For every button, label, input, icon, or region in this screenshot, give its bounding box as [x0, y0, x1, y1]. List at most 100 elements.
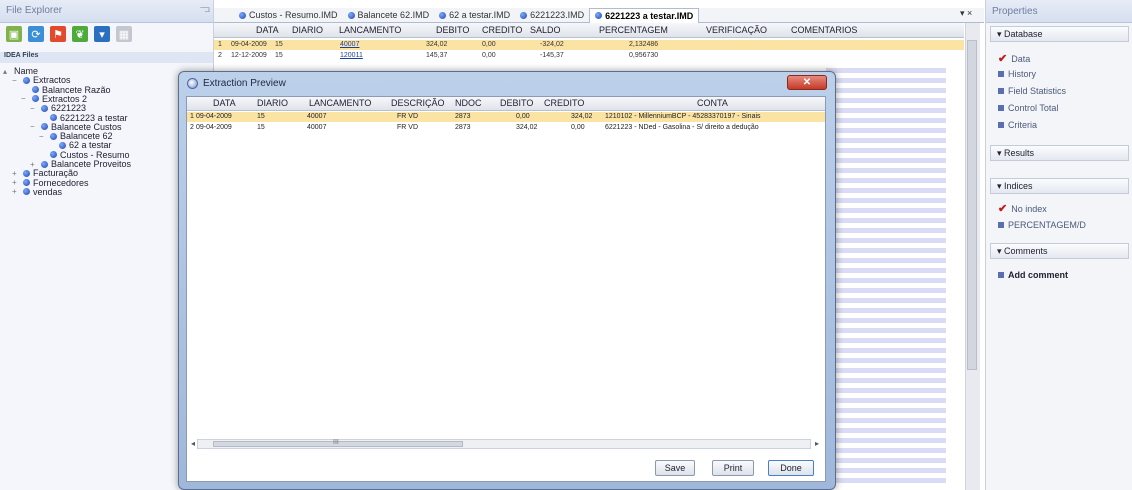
done-button[interactable]: Done — [768, 460, 814, 476]
tab-label: Custos - Resumo.IMD — [249, 10, 338, 20]
grid-column-header[interactable]: LANCAMENTO — [339, 25, 401, 35]
tree-expander-icon[interactable]: + — [12, 169, 20, 178]
preview-cell: 324,02 — [571, 113, 593, 120]
pin-icon[interactable]: ⫎ — [200, 4, 210, 15]
filter-icon[interactable]: ▾ — [94, 26, 110, 42]
grid-row-stripe — [826, 108, 946, 113]
add-comment-label: Add comment — [1008, 270, 1069, 280]
preview-column-header[interactable]: DIARIO — [257, 98, 288, 108]
tree-expander-icon[interactable]: + — [30, 160, 38, 169]
tree-expander-icon[interactable]: + — [12, 187, 20, 196]
save-button[interactable]: Save — [655, 460, 695, 476]
grid-column-header[interactable]: COMENTARIOS — [791, 25, 857, 35]
grid-column-header[interactable]: DIARIO — [292, 25, 323, 35]
preview-column-header[interactable]: NDOC — [455, 98, 482, 108]
tree-expander-icon[interactable]: − — [21, 94, 29, 103]
tab-2[interactable]: 62 a testar.IMD — [434, 8, 515, 22]
index-item-none[interactable]: ✔ No index — [998, 202, 1047, 215]
preview-cell: FR VD — [397, 113, 418, 120]
preview-cell: 15 — [257, 124, 265, 131]
preview-column-header[interactable]: DATA — [213, 98, 236, 108]
grid-row[interactable]: 2 12-12-2009 15 120011 145,37 0,00 -145,37 0,95… — [214, 51, 964, 61]
refresh-icon[interactable]: ⟳ — [28, 26, 44, 42]
tab-3[interactable]: 6221223.IMD — [515, 8, 589, 22]
database-file-icon — [41, 123, 48, 131]
grid-cell: 324,02 — [426, 41, 448, 48]
section-database[interactable]: ▾ Database — [990, 26, 1129, 42]
grid-column-header[interactable]: SALDO — [530, 25, 561, 35]
checkmark-icon: ✔ — [998, 53, 1008, 65]
preview-cell: 09-04-2009 — [196, 113, 232, 120]
preview-row[interactable]: 2 09-04-2009 15 40007 FR VD 2873 324,02 0,00 622… — [187, 123, 825, 133]
grid-cell: 0,00 — [482, 41, 496, 48]
tab-label: 6221223.IMD — [530, 10, 585, 20]
grid-row-stripe — [826, 448, 946, 453]
bullet-icon — [998, 272, 1004, 278]
database-file-icon — [23, 76, 30, 84]
index-item-percentagem[interactable]: PERCENTAGEM/D — [998, 220, 1086, 230]
grid-column-header[interactable]: CREDITO — [482, 25, 522, 35]
grid-scroll-thumb[interactable] — [967, 40, 977, 370]
database-file-icon — [50, 114, 57, 121]
leaf-icon[interactable]: ❦ — [72, 26, 88, 42]
add-comment-link[interactable]: Add comment — [998, 270, 1068, 280]
tab-controls[interactable]: ▾ × — [960, 8, 972, 19]
preview-grid-header: DATA DIARIO LANCAMENTO DESCRIÇÃO NDOC DEBITO C… — [187, 97, 825, 111]
tab-0[interactable]: Custos - Resumo.IMD — [234, 8, 343, 22]
database-item-data[interactable]: ✔ Data — [998, 52, 1030, 65]
grid-column-header[interactable]: DEBITO — [436, 25, 469, 35]
flag-icon[interactable]: ⚑ — [50, 26, 66, 42]
scroll-left-icon[interactable]: ◂ — [191, 439, 195, 448]
index-item-label: PERCENTAGEM/D — [1008, 220, 1086, 230]
properties-title: Properties — [992, 6, 1038, 17]
database-item-history[interactable]: History — [998, 69, 1036, 79]
preview-column-header[interactable]: CREDITO — [544, 98, 584, 108]
database-file-icon — [23, 188, 30, 196]
database-item-control-total[interactable]: Control Total — [998, 103, 1058, 113]
tree-node[interactable]: + vendas — [12, 187, 62, 197]
preview-cell: 15 — [257, 113, 265, 120]
grid-row-stripe — [826, 468, 946, 473]
database-item-label: Data — [1011, 53, 1031, 64]
preview-cell: FR VD — [397, 124, 418, 131]
preview-column-header[interactable]: LANCAMENTO — [309, 98, 371, 108]
preview-cell: 324,02 — [516, 124, 538, 131]
bullet-icon — [998, 88, 1004, 94]
section-comments[interactable]: ▾ Comments — [990, 243, 1129, 259]
index-item-label: No index — [1011, 203, 1047, 214]
grid-column-header[interactable]: DATA — [256, 25, 279, 35]
print-button[interactable]: Print — [712, 460, 754, 476]
preview-column-header[interactable]: DESCRIÇÃO — [391, 98, 445, 108]
section-indices-label: Indices — [1004, 181, 1033, 191]
grid-icon[interactable]: ▦ — [116, 26, 132, 42]
tree-expander-icon[interactable]: − — [30, 122, 38, 131]
scroll-right-icon[interactable]: ▸ — [815, 439, 819, 448]
preview-column-header[interactable]: CONTA — [697, 98, 728, 108]
close-button[interactable]: ✕ — [787, 75, 827, 90]
grid-cell: 2 — [218, 52, 222, 59]
grid-cell: 0,956730 — [629, 52, 659, 59]
tree-expander-icon[interactable]: − — [39, 132, 47, 141]
tree-expander-icon[interactable]: − — [30, 104, 38, 113]
preview-column-header[interactable]: DEBITO — [500, 98, 533, 108]
section-indices[interactable]: ▾ Indices — [990, 178, 1129, 194]
grid-row-stripe — [826, 388, 946, 393]
tree-expander-icon[interactable]: + — [12, 178, 20, 187]
lancamento-link[interactable]: 120011 — [340, 52, 363, 59]
grid-row[interactable]: 1 09-04-2009 15 40007 324,02 0,00 -324,02 2,132… — [214, 40, 964, 50]
grid-row-stripe — [826, 168, 946, 173]
preview-cell: 0,00 — [516, 113, 530, 120]
database-item-field-statistics[interactable]: Field Statistics — [998, 86, 1066, 96]
preview-row[interactable]: 1 09-04-2009 15 40007 FR VD 2873 0,00 324,02 121… — [187, 112, 825, 122]
database-item-criteria[interactable]: Criteria — [998, 120, 1037, 130]
tree-expander-icon[interactable]: ▴ — [3, 67, 11, 76]
lancamento-link[interactable]: 40007 — [340, 41, 359, 48]
tab-4[interactable]: 6221223 a testar.IMD — [589, 7, 700, 23]
section-results[interactable]: ▾ Results — [990, 145, 1129, 161]
grid-column-header[interactable]: VERIFICAÇÃO — [706, 25, 767, 35]
grid-column-header[interactable]: PERCENTAGEM — [599, 25, 668, 35]
database-file-icon — [50, 132, 57, 140]
tree-expander-icon[interactable]: − — [12, 76, 20, 85]
folder-icon[interactable]: ▣ — [6, 26, 22, 42]
tab-1[interactable]: Balancete 62.IMD — [343, 8, 435, 22]
